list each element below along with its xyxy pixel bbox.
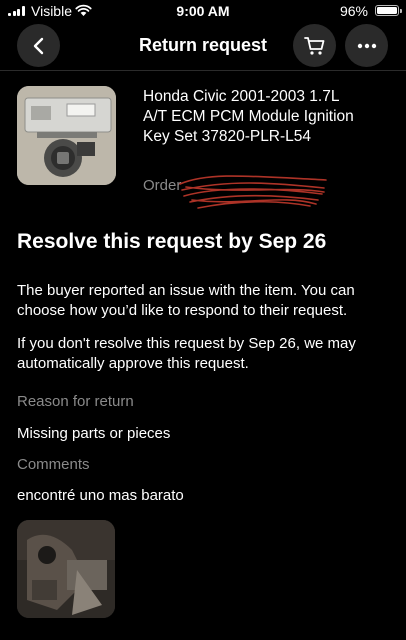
reason-value: Missing parts or pieces: [17, 425, 171, 442]
more-options-button[interactable]: [345, 24, 388, 67]
battery-percent: 96%: [339, 3, 368, 19]
header-divider: [0, 70, 406, 71]
buyer-photo[interactable]: [17, 520, 115, 618]
order-number: Order: [143, 177, 182, 194]
auto-approve-notice: If you don't resolve this request by Sep…: [17, 335, 356, 372]
reason-label: Reason for return: [17, 393, 134, 410]
top-navigation-bar: Return request: [0, 22, 406, 70]
cart-button[interactable]: [293, 24, 336, 67]
comments-value: encontré uno mas barato: [17, 487, 184, 504]
cart-icon: [303, 36, 324, 55]
comments-label: Comments: [17, 456, 90, 473]
item-title[interactable]: Honda Civic 2001-2003 1.7L A/T ECM PCM M…: [143, 87, 363, 147]
item-thumbnail[interactable]: [17, 86, 116, 185]
issue-description: The buyer reported an issue with the ite…: [17, 282, 355, 319]
ecm-module-image: [17, 86, 116, 185]
status-bar: Visible 9:00 AM 96%: [0, 0, 406, 22]
resolve-heading: Resolve this request by Sep 26: [17, 230, 327, 253]
ellipsis-icon: [357, 43, 376, 48]
battery-icon: [375, 5, 402, 16]
redaction-scribble: [179, 175, 327, 209]
buyer-photo-image: [17, 520, 115, 618]
